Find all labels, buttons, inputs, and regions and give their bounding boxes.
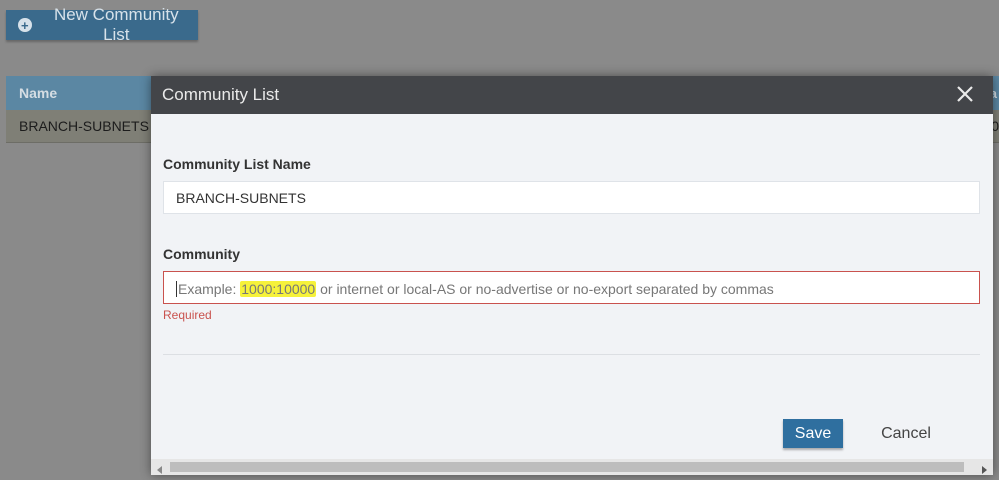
row-name-cell: BRANCH-SUBNETS	[19, 118, 149, 134]
dialog-divider	[163, 354, 980, 355]
community-list-name-input[interactable]	[163, 181, 980, 214]
text-caret	[176, 280, 177, 297]
save-button[interactable]: Save	[783, 419, 843, 448]
placeholder-suffix: or internet or local-AS or no-advertise …	[316, 280, 774, 297]
dialog-title: Community List	[162, 85, 280, 104]
community-list-name-label: Community List Name	[163, 156, 311, 172]
close-icon[interactable]	[955, 84, 975, 104]
cancel-button[interactable]: Cancel	[869, 419, 943, 448]
horizontal-scrollbar[interactable]	[151, 459, 993, 475]
placeholder-highlight: 1000:10000	[240, 280, 317, 297]
community-input[interactable]: Example: 1000:10000 or internet or local…	[163, 271, 980, 304]
scrollbar-thumb[interactable]	[170, 462, 964, 472]
community-list-dialog: Community List Community List Name Commu…	[151, 76, 993, 475]
new-community-list-button[interactable]: + New Community List	[6, 5, 198, 44]
scroll-left-icon[interactable]	[155, 462, 165, 474]
dialog-header: Community List	[151, 76, 993, 114]
community-error-message: Required	[163, 308, 212, 322]
scroll-right-icon[interactable]	[979, 462, 989, 474]
community-label: Community	[163, 246, 240, 262]
placeholder-prefix: Example:	[178, 280, 241, 297]
community-placeholder: Example: 1000:10000 or internet or local…	[176, 272, 774, 305]
plus-circle-icon: +	[18, 18, 32, 32]
column-header-name[interactable]: Name	[19, 85, 57, 101]
new-community-list-label: New Community List	[53, 5, 179, 44]
